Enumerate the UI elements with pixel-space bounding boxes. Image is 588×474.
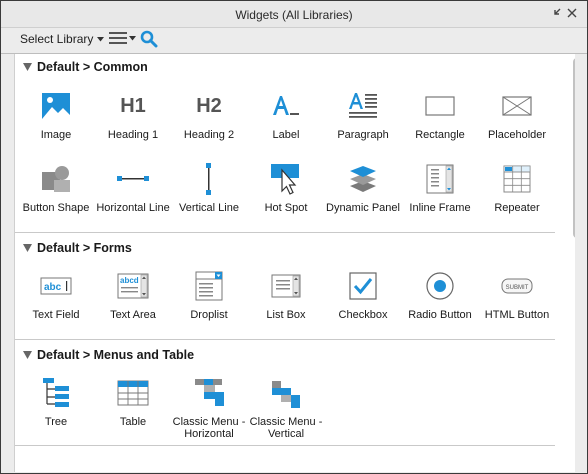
- chevron-down-icon: [129, 35, 136, 40]
- widget-label: HTML Button: [484, 309, 550, 321]
- vertical-line-icon: [189, 162, 229, 196]
- toolbar: Select Library: [1, 28, 587, 54]
- html-button-glyph: SUBMIT: [506, 285, 529, 291]
- button-shape-icon: [36, 162, 76, 196]
- panel-title: Widgets (All Libraries): [235, 8, 353, 22]
- section-divider: [15, 339, 555, 340]
- widget-library-content: Default > Common Image H1 Heading 1 H2 H…: [14, 54, 575, 472]
- checkbox-icon: [343, 269, 383, 303]
- repeater-icon: [497, 162, 537, 196]
- hot-spot-icon: [266, 162, 306, 196]
- select-library-label: Select Library: [20, 32, 94, 46]
- text-area-icon: abcd: [113, 269, 153, 303]
- title-bar: Widgets (All Libraries): [1, 1, 587, 28]
- widgets-panel: Widgets (All Libraries) Select Library D…: [0, 0, 588, 474]
- placeholder-icon: [497, 89, 537, 123]
- image-icon: [36, 89, 76, 123]
- heading2-glyph: H2: [196, 94, 222, 117]
- radio-button-icon: [420, 269, 460, 303]
- section-title: Default > Common: [37, 60, 148, 74]
- select-library-dropdown[interactable]: Select Library: [20, 32, 105, 46]
- dynamic-panel-icon: [343, 162, 383, 196]
- heading1-icon: H1: [113, 89, 153, 123]
- section-divider: [15, 232, 555, 233]
- search-button[interactable]: [140, 30, 158, 53]
- vertical-scrollbar[interactable]: [572, 56, 575, 472]
- droplist-icon: [189, 269, 229, 303]
- close-icon[interactable]: [567, 8, 577, 18]
- section-header-common[interactable]: Default > Common: [15, 56, 555, 78]
- label-icon: [266, 89, 306, 123]
- chevron-down-icon: [97, 36, 105, 41]
- section-divider: [15, 445, 555, 446]
- text-field-glyph: abc: [44, 282, 62, 293]
- inline-frame-icon: [420, 162, 460, 196]
- classic-menu-horizontal-icon: [189, 376, 229, 410]
- list-box-icon: [266, 269, 306, 303]
- search-icon: [140, 30, 158, 48]
- tree-icon: [36, 376, 76, 410]
- library-menu-button[interactable]: [109, 31, 136, 45]
- widget-label: Repeater: [494, 202, 540, 214]
- widget-label: Placeholder: [487, 129, 547, 141]
- scrollbar-thumb[interactable]: [573, 58, 575, 238]
- collapse-triangle-icon: [23, 244, 32, 252]
- heading2-icon: H2: [189, 89, 229, 123]
- section-header-menus-table[interactable]: Default > Menus and Table: [15, 344, 555, 366]
- html-button-icon: SUBMIT: [497, 269, 537, 303]
- widget-label: Classic Menu - Vertical: [249, 416, 323, 440]
- rectangle-icon: [420, 89, 460, 123]
- collapse-triangle-icon: [23, 63, 32, 71]
- collapse-icon[interactable]: [551, 8, 561, 18]
- table-icon: [113, 376, 153, 410]
- section-title: Default > Menus and Table: [37, 348, 195, 362]
- classic-menu-vertical-icon: [266, 376, 306, 410]
- collapse-triangle-icon: [23, 351, 32, 359]
- heading1-glyph: H1: [120, 94, 146, 117]
- text-area-glyph: abcd: [120, 276, 139, 285]
- hamburger-menu-icon: [109, 32, 127, 44]
- section-header-forms[interactable]: Default > Forms: [15, 237, 555, 259]
- section-title: Default > Forms: [37, 241, 132, 255]
- text-field-icon: abc: [36, 269, 76, 303]
- horizontal-line-icon: [113, 162, 153, 196]
- paragraph-icon: [343, 89, 383, 123]
